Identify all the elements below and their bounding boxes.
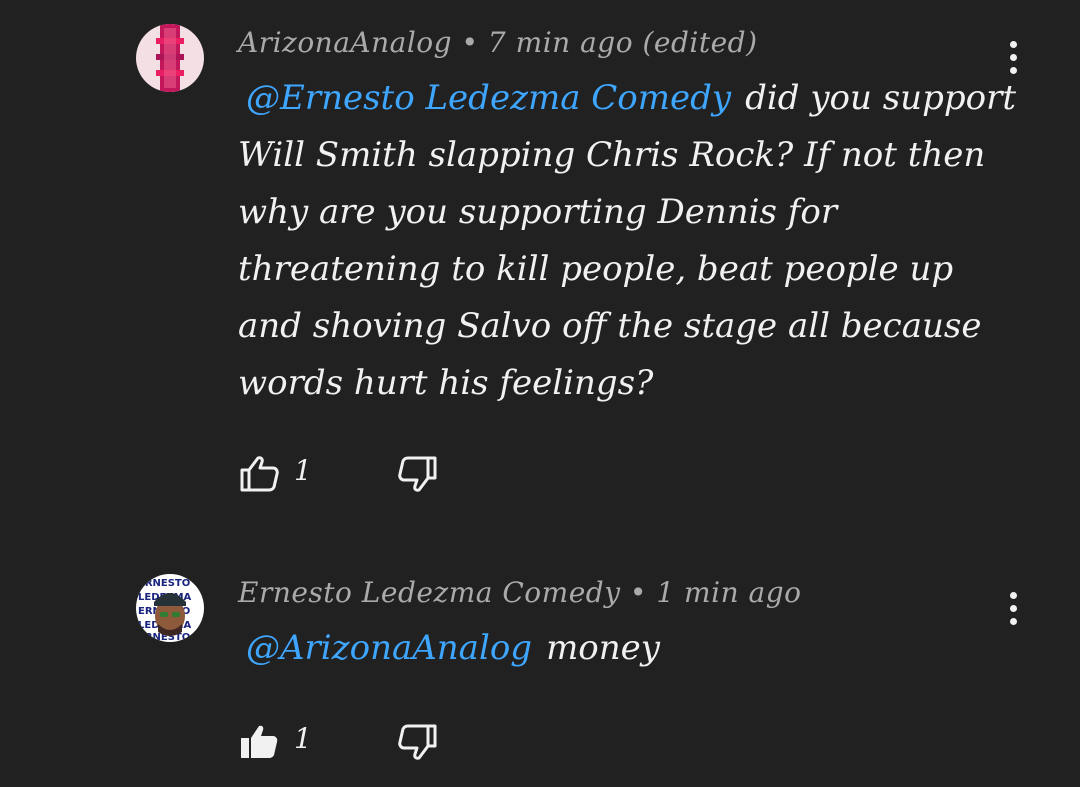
thumbs-up-filled-icon bbox=[241, 725, 278, 758]
mention-link[interactable]: @Ernesto Ledezma Comedy bbox=[246, 78, 731, 118]
dislike-button[interactable] bbox=[395, 454, 439, 494]
more-vert-dot bbox=[1009, 604, 1017, 612]
comment-body: @ArizonaAnalog money bbox=[238, 620, 1018, 677]
thumbs-down-icon bbox=[398, 724, 437, 760]
comment-body: @Ernesto Ledezma Comedy did you support W… bbox=[238, 70, 1018, 412]
author-avatar[interactable] bbox=[136, 24, 204, 92]
like-button[interactable] bbox=[238, 722, 282, 762]
comment-time: 7 min ago (edited) bbox=[487, 26, 758, 59]
more-vert-icon bbox=[1009, 40, 1017, 48]
dislike-button[interactable] bbox=[395, 722, 439, 762]
comment-item: ArizonaAnalog • 7 min ago (edited) @Erne… bbox=[0, 0, 1080, 540]
meta-separator: • bbox=[461, 26, 479, 59]
ernesto-ledezma-avatar-icon: ERNESTO LEDEZMA ERNESTO LEDEZMA ERNESTO bbox=[136, 574, 204, 642]
comment-meta: Ernesto Ledezma Comedy • 1 min ago bbox=[238, 576, 801, 609]
author-name[interactable]: Ernesto Ledezma Comedy bbox=[238, 576, 621, 609]
meta-separator: • bbox=[629, 576, 647, 609]
comment-text: did you support Will Smith slapping Chri… bbox=[238, 78, 1016, 403]
like-count: 1 bbox=[294, 454, 312, 487]
like-count: 1 bbox=[294, 722, 312, 755]
thumbs-down-icon bbox=[398, 456, 437, 492]
author-avatar[interactable]: ERNESTO LEDEZMA ERNESTO LEDEZMA ERNESTO bbox=[136, 574, 204, 642]
comment-text: money bbox=[546, 628, 660, 668]
pink-pillar-avatar-icon bbox=[136, 24, 204, 92]
comment-item: ERNESTO LEDEZMA ERNESTO LEDEZMA ERNESTO … bbox=[0, 560, 1080, 787]
author-name[interactable]: ArizonaAnalog bbox=[238, 26, 452, 59]
comment-time: 1 min ago bbox=[656, 576, 802, 609]
thumbs-up-icon bbox=[240, 456, 279, 492]
more-vert-icon bbox=[1009, 591, 1017, 599]
comment-meta: ArizonaAnalog • 7 min ago (edited) bbox=[238, 26, 758, 59]
more-vert-dot bbox=[1009, 53, 1017, 61]
mention-link[interactable]: @ArizonaAnalog bbox=[246, 628, 532, 668]
like-button[interactable] bbox=[238, 454, 282, 494]
svg-text:ERNESTO: ERNESTO bbox=[138, 578, 190, 589]
